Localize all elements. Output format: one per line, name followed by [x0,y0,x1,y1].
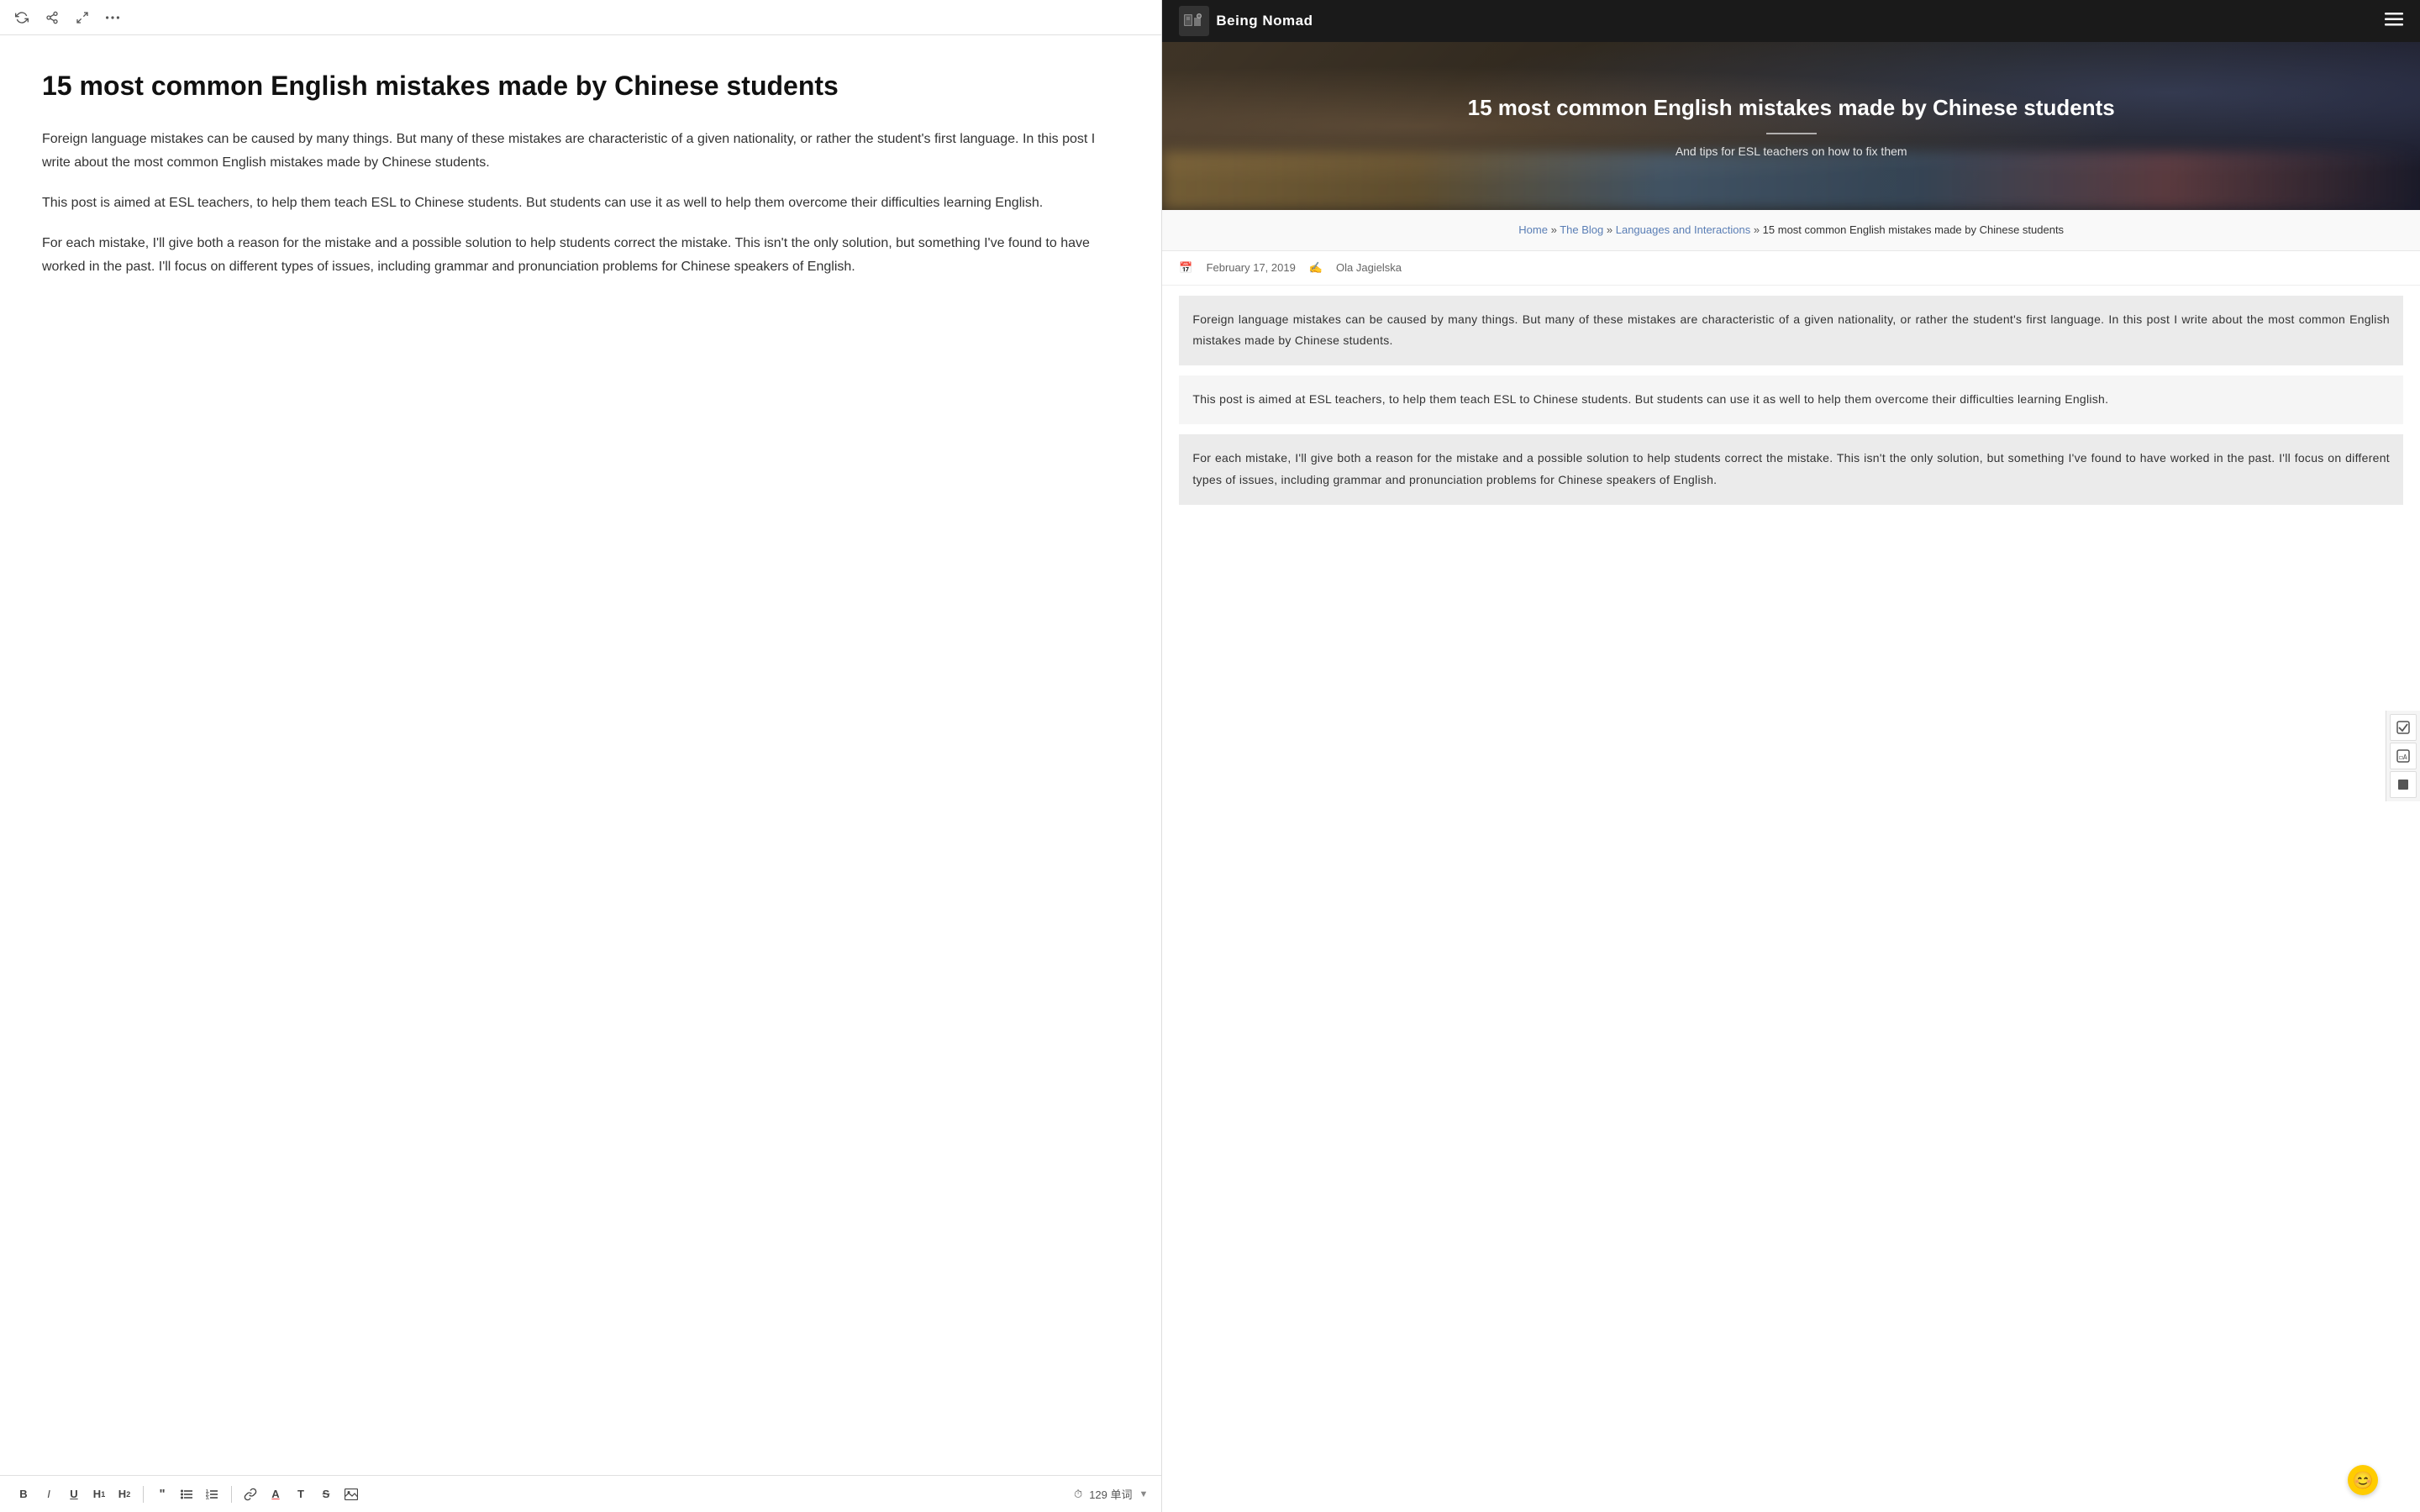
list-ol-button[interactable]: 1. 2. 3. [203,1484,223,1504]
word-count-area: ⏱ 129 单词 ▼ [1074,1486,1148,1502]
editor-paragraph-2: This post is aimed at ESL teachers, to h… [42,192,1119,215]
editor-panel: 15 most common English mistakes made by … [0,0,1161,1512]
breadcrumb-text: Home » The Blog » Languages and Interact… [1179,222,2403,239]
author-icon: ✍ [1309,261,1323,275]
nav-logo: Being Nomad [1179,6,1313,36]
hero-subtitle: And tips for ESL teachers on how to fix … [1676,144,1907,158]
website-paragraph-3: For each mistake, I'll give both a reaso… [1179,434,2403,505]
underline-button[interactable]: U [64,1484,84,1504]
breadcrumb-home-link[interactable]: Home [1518,223,1548,236]
emoji-feedback-button[interactable]: 😊 [2348,1465,2378,1495]
word-count-chevron[interactable]: ▼ [1139,1489,1149,1499]
bold-button[interactable]: B [13,1484,34,1504]
breadcrumb-sep-1: » [1551,223,1560,236]
website-paragraph-1: Foreign language mistakes can be caused … [1179,296,2403,366]
breadcrumb-sep-2: » [1607,223,1616,236]
website-paragraph-2: This post is aimed at ESL teachers, to h… [1179,375,2403,424]
strikethrough-button[interactable]: S [316,1484,336,1504]
article-author: Ola Jagielska [1336,261,1402,274]
layer-sidebar-button[interactable] [2390,771,2417,798]
right-sidebar: ◻A [2386,711,2420,801]
link-button[interactable] [240,1484,260,1504]
italic-button[interactable]: I [39,1484,59,1504]
calendar-icon: 📅 [1179,261,1192,275]
share-button[interactable] [44,9,60,26]
breadcrumb-sep-3: » [1754,223,1763,236]
hero-pencil-overlay [1162,151,2420,210]
check-sidebar-button[interactable] [2390,714,2417,741]
nav-logo-text: Being Nomad [1216,13,1313,29]
refresh-button[interactable] [13,9,30,26]
heading2-button[interactable]: H2 [114,1484,134,1504]
breadcrumb-category-link[interactable]: Languages and Interactions [1616,223,1750,236]
expand-button[interactable] [74,9,91,26]
more-button[interactable] [104,9,121,26]
website-content[interactable]: Home » The Blog » Languages and Interact… [1162,210,2420,1512]
hamburger-menu-button[interactable] [2385,12,2403,31]
editor-top-toolbar [0,0,1161,35]
image-button[interactable] [341,1484,361,1504]
article-title: 15 most common English mistakes made by … [42,69,1119,104]
editor-bottom-toolbar: B I U H1 H2 " 1. 2. 3. [0,1475,1161,1512]
format-sidebar-button[interactable]: ◻A [2390,743,2417,769]
heading1-button[interactable]: H1 [89,1484,109,1504]
editor-content-area[interactable]: 15 most common English mistakes made by … [0,35,1161,1475]
meta-bar: 📅 February 17, 2019 ✍ Ola Jagielska [1162,251,2420,286]
website-nav: Being Nomad [1162,0,2420,42]
browser-panel: Being Nomad 15 most common English mista… [1161,0,2420,1512]
quote-button[interactable]: " [152,1484,172,1504]
svg-text:3.: 3. [206,1496,210,1500]
article-date: February 17, 2019 [1207,261,1296,274]
breadcrumb-current: 15 most common English mistakes made by … [1763,223,2064,236]
toolbar-separator-1 [143,1486,144,1503]
hero-divider [1766,133,1817,134]
logo-icon [1179,6,1209,36]
text-format-button[interactable]: T [291,1484,311,1504]
editor-paragraph-1: Foreign language mistakes can be caused … [42,128,1119,175]
breadcrumb-bar: Home » The Blog » Languages and Interact… [1162,210,2420,251]
hero-title: 15 most common English mistakes made by … [1468,94,2115,123]
list-ul-button[interactable] [177,1484,197,1504]
editor-paragraph-3: For each mistake, I'll give both a reaso… [42,232,1119,279]
clock-icon: ⏱ [1074,1488,1082,1501]
text-color-button[interactable]: A [266,1484,286,1504]
article-body: Foreign language mistakes can be caused … [1162,296,2420,522]
breadcrumb-blog-link[interactable]: The Blog [1560,223,1603,236]
svg-text:◻A: ◻A [2399,753,2407,761]
word-count: 129 单词 [1089,1486,1132,1502]
toolbar-separator-2 [231,1486,232,1503]
hero-section: 15 most common English mistakes made by … [1162,42,2420,210]
